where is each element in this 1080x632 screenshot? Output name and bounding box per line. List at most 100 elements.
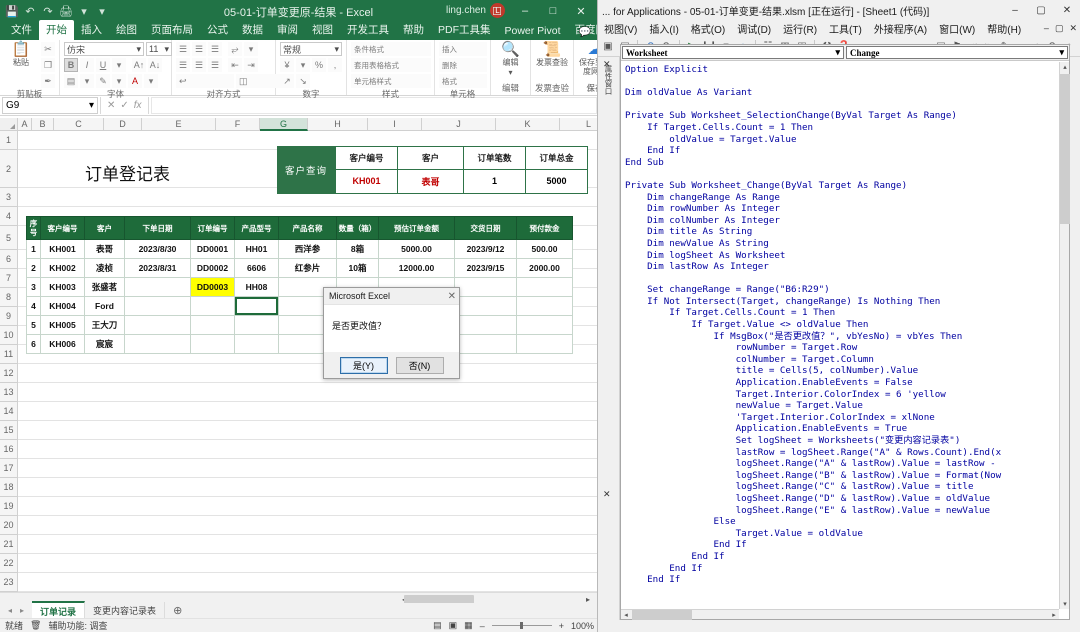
increase-indent-icon[interactable]: ⇥ (244, 58, 258, 72)
row-header[interactable]: 11 (0, 345, 18, 364)
close-icon[interactable]: ✕ (603, 59, 611, 70)
row-header[interactable]: 7 (0, 269, 18, 288)
column-header-C[interactable]: C (54, 118, 104, 131)
conditional-formatting-button[interactable]: 条件格式 (351, 42, 431, 56)
row-header[interactable]: 14 (0, 402, 18, 421)
cell-delivery-date[interactable] (454, 334, 517, 354)
align-middle-icon[interactable]: ☰ (192, 42, 206, 56)
cell-delivery-date[interactable] (454, 315, 517, 335)
row-header[interactable]: 21 (0, 535, 18, 554)
plus-circle-icon[interactable]: ⊕ (165, 604, 190, 617)
row-header[interactable]: 16 (0, 440, 18, 459)
ribbon-tab-formulas[interactable]: 公式 (200, 20, 235, 40)
cell-prepayment[interactable] (516, 315, 573, 335)
ribbon-tab-view[interactable]: 视图 (305, 20, 340, 40)
format-painter-icon[interactable]: ✒ (41, 74, 55, 88)
minimize-button[interactable]: – (1002, 0, 1028, 20)
cell-order-no[interactable] (190, 315, 235, 335)
bold-icon[interactable]: B (64, 58, 78, 72)
cell-order-no[interactable]: DD0002 (190, 258, 235, 278)
row-header[interactable]: 20 (0, 516, 18, 535)
row-header[interactable]: 12 (0, 364, 18, 383)
inner-restore-button[interactable]: ▢ (1055, 23, 1064, 34)
menu-tools[interactable]: 工具(T) (823, 20, 868, 37)
no-button[interactable]: 否(N) (395, 357, 444, 374)
ribbon-tab-developer[interactable]: 开发工具 (340, 20, 396, 40)
cell-customer[interactable]: 表哥 (84, 239, 125, 259)
close-icon[interactable]: ✕ (448, 291, 456, 302)
row-header[interactable]: 1 (0, 131, 18, 150)
scroll-down-icon[interactable]: ▾ (1060, 599, 1070, 609)
confirm-formula-icon[interactable]: ✓ (120, 100, 128, 111)
cell-customer-id[interactable]: KH005 (40, 315, 85, 335)
maximize-button[interactable]: □ (539, 0, 567, 22)
comma-icon[interactable]: , (328, 58, 342, 72)
cut-icon[interactable]: ✂ (41, 42, 55, 56)
first-sheet-icon[interactable]: ◂ (8, 606, 12, 615)
accessibility-status[interactable]: 辅助功能: 调查 (48, 619, 107, 632)
zoom-level[interactable]: 100% (571, 621, 594, 631)
cell-prepayment[interactable]: 2000.00 (516, 258, 573, 278)
scrollbar-thumb[interactable] (632, 610, 692, 620)
font-name-combobox[interactable]: 仿宋 ▾ (64, 42, 144, 56)
invoice-check-button[interactable]: 📜 发票查验 (535, 42, 569, 67)
copy-icon[interactable]: ❐ (41, 58, 55, 72)
ribbon-tab-home[interactable]: 开始 (39, 20, 74, 40)
row-header[interactable]: 8 (0, 288, 18, 307)
scroll-up-icon[interactable]: ▴ (1060, 62, 1070, 72)
cell-delivery-date[interactable] (454, 277, 517, 297)
close-button[interactable]: ✕ (1054, 0, 1080, 20)
cell-order-date[interactable]: 2023/8/31 (124, 258, 191, 278)
column-header-K[interactable]: K (496, 118, 560, 131)
borders-icon[interactable]: ▤ (64, 74, 78, 88)
font-color-icon[interactable]: A (128, 74, 142, 88)
cell-order-date[interactable] (124, 296, 191, 316)
menu-window[interactable]: 窗口(W) (933, 20, 981, 37)
delete-icon[interactable]: 🗑 (30, 620, 41, 631)
cell-customer-id[interactable]: KH003 (40, 277, 85, 297)
column-header-I[interactable]: I (368, 118, 422, 131)
insert-cells-button[interactable]: 插入 (439, 42, 487, 56)
cell-quantity[interactable]: 10箱 (336, 258, 379, 278)
cell-product-model[interactable] (234, 315, 279, 335)
inner-minimize-button[interactable]: – (1044, 23, 1049, 34)
cell-order-no[interactable] (190, 334, 235, 354)
number-format-combobox[interactable]: 常规 ▾ (280, 42, 342, 56)
menu-addins[interactable]: 外接程序(A) (868, 20, 933, 37)
row-header[interactable]: 5 (0, 226, 18, 250)
find-select-button[interactable]: 🔍 编辑 ▾ (495, 42, 526, 77)
chevron-down-icon[interactable]: ▾ (296, 58, 310, 72)
format-as-table-button[interactable]: 套用表格格式 (351, 58, 431, 72)
menu-debug[interactable]: 调试(D) (731, 20, 777, 37)
grow-font-icon[interactable]: A↑ (132, 58, 146, 72)
page-layout-icon[interactable]: ▣ (449, 620, 458, 631)
menu-insert[interactable]: 插入(I) (643, 20, 684, 37)
scrollbar-thumb[interactable] (1060, 74, 1070, 224)
orientation-icon[interactable]: ⥂ (228, 42, 242, 56)
percent-icon[interactable]: % (312, 58, 326, 72)
save-to-baidu-button[interactable]: ☁ 保存到百度网盘 (578, 42, 597, 76)
chevron-down-icon[interactable]: ▾ (80, 74, 94, 88)
cell-customer[interactable]: 宸宸 (84, 334, 125, 354)
menu-help[interactable]: 帮助(H) (981, 20, 1027, 37)
menu-run[interactable]: 运行(R) (777, 20, 823, 37)
view-excel-icon[interactable]: ▣ (601, 40, 615, 54)
cell-prepayment[interactable] (516, 277, 573, 297)
zoom-in-icon[interactable]: + (559, 621, 564, 631)
align-top-icon[interactable]: ☰ (176, 42, 190, 56)
column-header-J[interactable]: J (422, 118, 496, 131)
column-header-G[interactable]: G (260, 118, 308, 131)
cell-customer[interactable]: 凌桢 (84, 258, 125, 278)
code-vertical-scrollbar[interactable]: ▴ ▾ (1059, 62, 1070, 609)
font-size-combobox[interactable]: 11 ▾ (146, 42, 172, 56)
code-horizontal-scrollbar[interactable]: ◂ ▸ (621, 609, 1059, 620)
cell-area[interactable] (18, 131, 597, 630)
cell-customer[interactable]: 王大刀 (84, 315, 125, 335)
column-header-E[interactable]: E (142, 118, 216, 131)
minimize-button[interactable]: – (511, 0, 539, 22)
cell-seq[interactable]: 3 (26, 277, 41, 297)
cell-prepayment[interactable]: 500.00 (516, 239, 573, 259)
cell-styles-button[interactable]: 单元格样式 (351, 74, 431, 88)
chevron-down-icon[interactable]: ▾ (112, 58, 126, 72)
object-dropdown[interactable]: Worksheet ▾ (622, 46, 844, 59)
